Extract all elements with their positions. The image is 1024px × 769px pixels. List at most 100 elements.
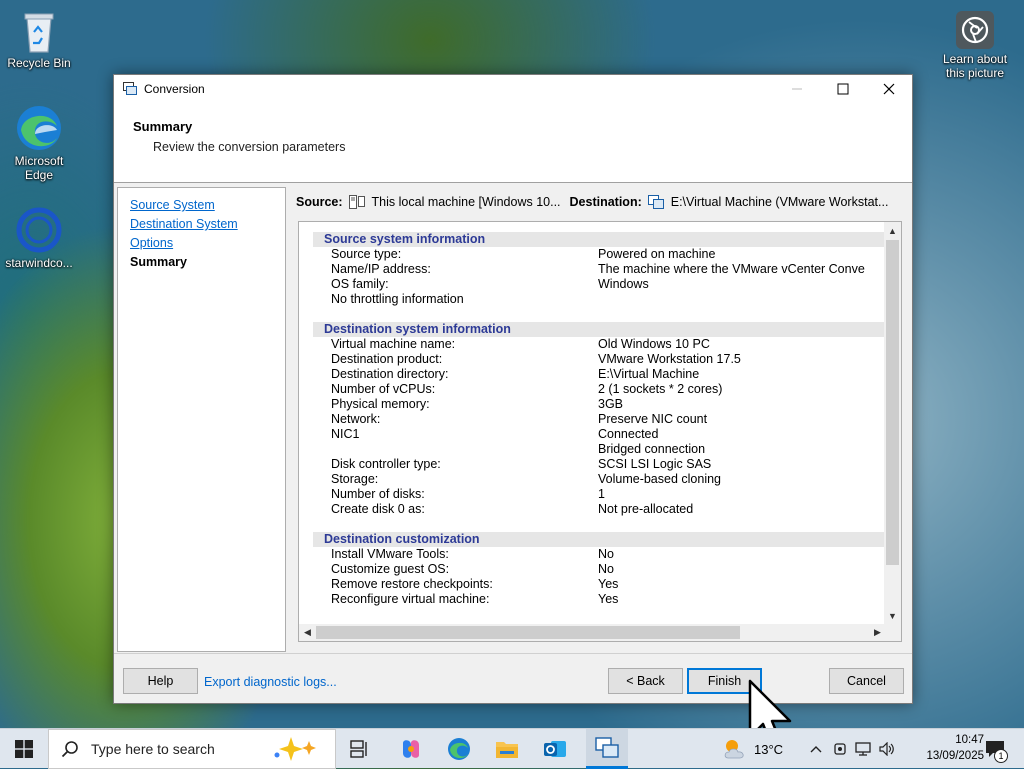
scroll-down-icon[interactable]: ▼ (884, 607, 901, 624)
taskbar-edge[interactable] (444, 729, 474, 769)
nav-item-summary: Summary (130, 255, 187, 269)
outlook-icon (544, 741, 566, 757)
summary-panel[interactable]: Source system information Source type: Po… (298, 221, 902, 642)
vertical-scrollbar[interactable]: ▲ ▼ (884, 222, 901, 624)
scroll-left-icon[interactable]: ◀ (299, 624, 316, 641)
recycle-bin-icon (24, 13, 54, 53)
row-key: Virtual machine name: (331, 337, 456, 351)
taskbar: Type here to search 13°C 10:47 13/09/202… (0, 728, 1024, 769)
horizontal-scroll-thumb[interactable] (316, 626, 740, 639)
row-value: No (598, 547, 614, 561)
taskbar-search-box[interactable]: Type here to search (48, 729, 336, 769)
row-value: Preserve NIC count (598, 412, 708, 426)
camera-icon (956, 11, 994, 49)
taskbar-copilot[interactable] (396, 729, 426, 769)
summary-row: Physical memory: 3GB (313, 397, 885, 412)
vmware-destination-icon (647, 195, 664, 209)
minimize-button[interactable] (774, 75, 820, 103)
network-icon (855, 742, 871, 756)
row-key: OS family: (331, 277, 389, 291)
maximize-icon (837, 83, 849, 95)
destination-value: E:\Virtual Machine (VMware Workstat... (670, 195, 889, 209)
row-key: Remove restore checkpoints: (331, 577, 493, 591)
wizard-header: Summary Review the conversion parameters (114, 103, 912, 183)
weather-temperature: 13°C (754, 741, 784, 757)
summary-row: Number of vCPUs: 2 (1 sockets * 2 cores) (313, 382, 885, 397)
maximize-button[interactable] (820, 75, 866, 103)
row-key: Storage: (331, 472, 379, 486)
window-title: Conversion (144, 82, 205, 96)
notification-count-badge: 1 (994, 749, 1008, 763)
row-key: Create disk 0 as: (331, 502, 425, 516)
conversion-app-icon (123, 82, 137, 95)
taskbar-outlook[interactable] (540, 729, 570, 769)
back-button[interactable]: < Back (608, 668, 683, 694)
row-value: Not pre-allocated (598, 502, 694, 516)
weather-widget[interactable]: 13°C (722, 729, 794, 769)
copilot-icon (403, 740, 419, 758)
wizard-nav: Source System Destination System Options… (117, 187, 286, 652)
source-destination-bar: Source: This local machine [Windows 10..… (296, 193, 908, 211)
summary-row: Number of disks: 1 (313, 487, 885, 502)
cancel-button[interactable]: Cancel (829, 668, 904, 694)
export-diagnostic-logs-link[interactable]: Export diagnostic logs... (204, 675, 337, 689)
desktop-icon-starwind[interactable]: starwindco... (0, 206, 78, 270)
scroll-right-icon[interactable]: ▶ (869, 624, 886, 641)
conversion-window: Conversion Summary Review the conversion… (113, 74, 913, 704)
show-hidden-icons-button[interactable] (806, 729, 826, 769)
row-value: Yes (598, 592, 619, 606)
horizontal-scrollbar[interactable]: ◀ ▶ (299, 624, 901, 641)
summary-row: NIC1 Connected (313, 427, 885, 442)
summary-row: Remove restore checkpoints: Yes (313, 577, 885, 592)
nav-item-source-system[interactable]: Source System (130, 196, 285, 215)
close-button[interactable] (866, 75, 912, 103)
nav-item-options[interactable]: Options (130, 234, 285, 253)
row-value: 2 (1 sockets * 2 cores) (598, 382, 723, 396)
edge-icon (448, 738, 470, 760)
summary-row: Create disk 0 as: Not pre-allocated (313, 502, 885, 517)
help-button[interactable]: Help (123, 668, 198, 694)
row-key: Name/IP address: (331, 262, 431, 276)
row-value (598, 292, 885, 307)
row-value: No (598, 562, 614, 576)
taskbar-clock[interactable]: 10:47 13/09/2025 (926, 732, 984, 764)
row-key: NIC1 (331, 427, 360, 441)
taskbar-file-explorer[interactable] (492, 729, 522, 769)
spotlight-learn-about-picture[interactable]: Learn about this picture (936, 10, 1014, 80)
row-value: Yes (598, 577, 619, 591)
summary-row: No throttling information (313, 292, 885, 307)
vertical-scroll-thumb[interactable] (886, 240, 899, 565)
tray-network[interactable] (852, 729, 874, 769)
row-key: No throttling information (331, 292, 464, 306)
vmware-converter-icon (595, 736, 619, 758)
row-value: VMware Workstation 17.5 (598, 352, 741, 366)
title-bar[interactable]: Conversion (114, 75, 912, 103)
close-icon (883, 83, 895, 95)
desktop-icon-edge[interactable]: Microsoft Edge (0, 104, 78, 182)
notification-center-button[interactable]: 1 (980, 729, 1010, 769)
start-button[interactable] (0, 729, 48, 769)
search-icon (61, 741, 78, 758)
summary-row: Destination product: VMware Workstation 1… (313, 352, 885, 367)
task-view-button[interactable] (348, 729, 372, 769)
taskbar-vmware-converter[interactable] (586, 729, 628, 769)
section-header: Source system information (313, 232, 885, 247)
spotlight-label: Learn about this picture (942, 52, 1008, 80)
clock-date: 13/09/2025 (926, 750, 984, 762)
row-value: 3GB (598, 397, 624, 411)
page-subtitle: Review the conversion parameters (153, 140, 346, 154)
row-value: Powered on machine (598, 247, 716, 261)
tray-vpn[interactable] (830, 729, 850, 769)
source-value: This local machine [Windows 10... (371, 195, 561, 209)
section-header: Destination system information (313, 322, 885, 337)
tray-volume[interactable] (876, 729, 898, 769)
row-key: Reconfigure virtual machine: (331, 592, 490, 606)
row-value: Bridged connection (598, 442, 706, 456)
nav-item-destination-system[interactable]: Destination System (130, 215, 285, 234)
summary-row: Disk controller type: SCSI LSI Logic SAS (313, 457, 885, 472)
edge-icon (17, 106, 61, 150)
desktop-icon-recycle-bin[interactable]: Recycle Bin (0, 8, 78, 70)
weather-sun-cloud-icon (724, 740, 744, 759)
scroll-up-icon[interactable]: ▲ (884, 222, 901, 239)
row-value: E:\Virtual Machine (598, 367, 700, 381)
